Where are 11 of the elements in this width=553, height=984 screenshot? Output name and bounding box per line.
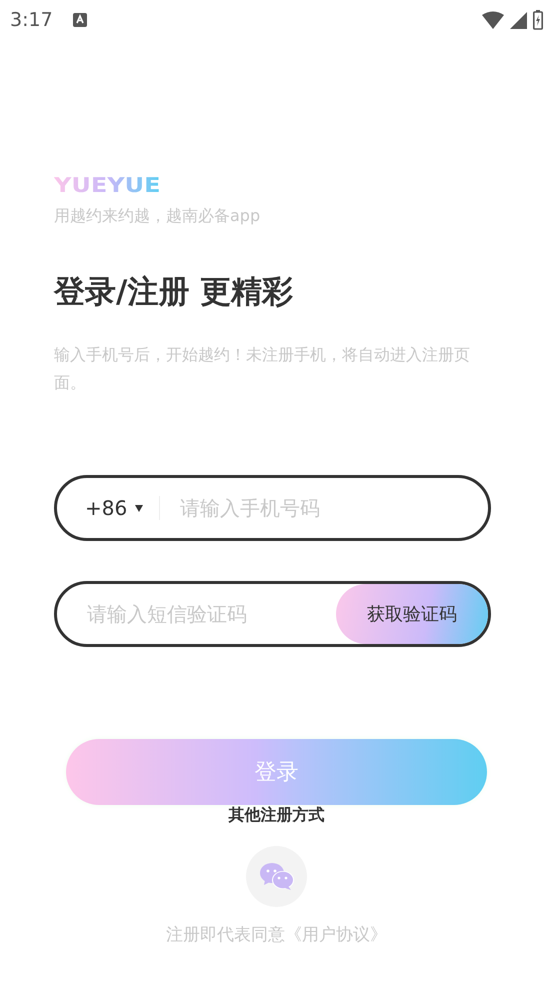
country-code-dropdown[interactable]: +86 [57,496,160,520]
page-heading: 登录/注册 更精彩 [54,273,294,312]
caret-icon [135,504,144,512]
keyboard-notification-icon [72,13,87,27]
status-time: 3:17 [10,9,53,31]
other-methods-label: 其他注册方式 [228,805,324,826]
signal-icon [510,12,527,28]
get-code-button[interactable]: 获取验证码 [336,584,488,644]
chat-bubbles-icon [260,862,294,890]
battery-icon [533,10,543,30]
wifi-icon [482,11,504,29]
